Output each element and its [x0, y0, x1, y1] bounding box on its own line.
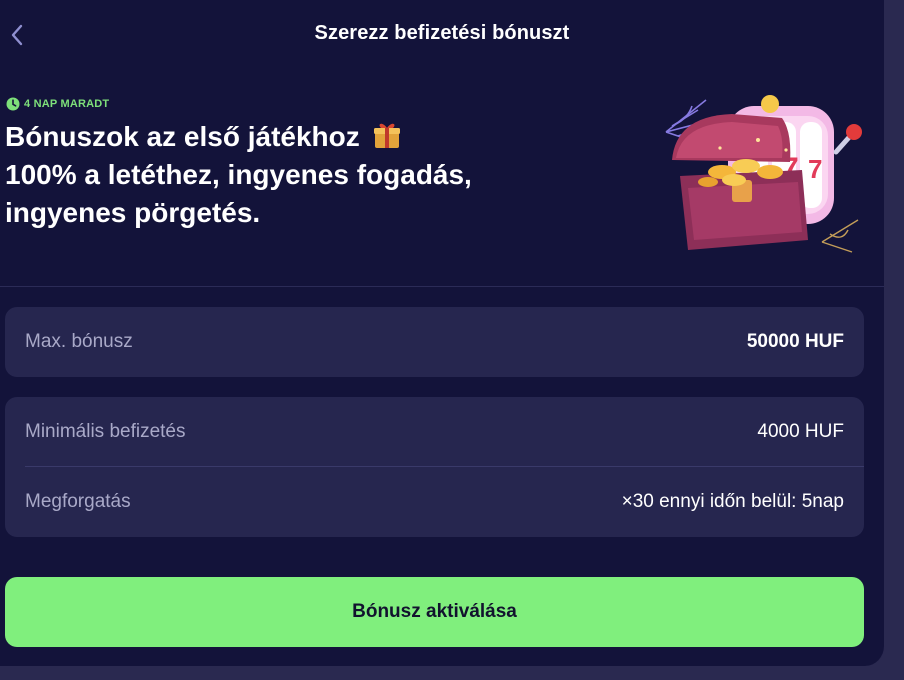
treasure-chest-illustration: 7 7: [665, 95, 862, 253]
time-remaining-badge: 4 NAP MARADT: [6, 97, 109, 111]
min-deposit-row: Minimális befizetés 4000 HUF: [5, 397, 864, 467]
section-divider: [0, 286, 884, 287]
max-bonus-label: Max. bónusz: [25, 331, 133, 352]
activate-bonus-button[interactable]: Bónusz aktiválása: [5, 577, 864, 647]
page-title: Szerezz befizetési bónuszt: [314, 22, 570, 44]
clock-icon: [6, 97, 20, 111]
wagering-label: Megforgatás: [25, 491, 131, 512]
svg-text:7: 7: [808, 154, 822, 184]
conditions-card: Minimális befizetés 4000 HUF Megforgatás…: [5, 397, 864, 537]
hero-line-2: 100% a letéthez, ingyenes fogadás,: [5, 159, 472, 190]
max-bonus-row: Max. bónusz 50000 HUF: [5, 307, 864, 377]
wagering-row: Megforgatás ×30 ennyi időn belül: 5nap: [5, 467, 864, 537]
hero-section: 4 NAP MARADT Bónuszok az első játékhoz 1…: [0, 70, 884, 287]
hero-line-1: Bónuszok az első játékhoz: [5, 121, 360, 152]
min-deposit-label: Minimális befizetés: [25, 421, 186, 442]
header: Szerezz befizetési bónuszt: [0, 0, 884, 70]
bonus-panel: Szerezz befizetési bónuszt 4 NAP MARADT …: [0, 0, 885, 666]
gift-icon: [373, 123, 400, 148]
min-deposit-value: 4000 HUF: [757, 421, 844, 442]
hero-line-3: ingyenes pörgetés.: [5, 197, 261, 228]
bonus-description: Bónuszok az első játékhoz 100% a letéthe…: [5, 118, 625, 232]
timer-label: 4 NAP MARADT: [24, 98, 110, 110]
max-bonus-card: Max. bónusz 50000 HUF: [5, 307, 864, 377]
wagering-value: ×30 ennyi időn belül: 5nap: [621, 491, 844, 512]
max-bonus-value: 50000 HUF: [746, 331, 844, 352]
